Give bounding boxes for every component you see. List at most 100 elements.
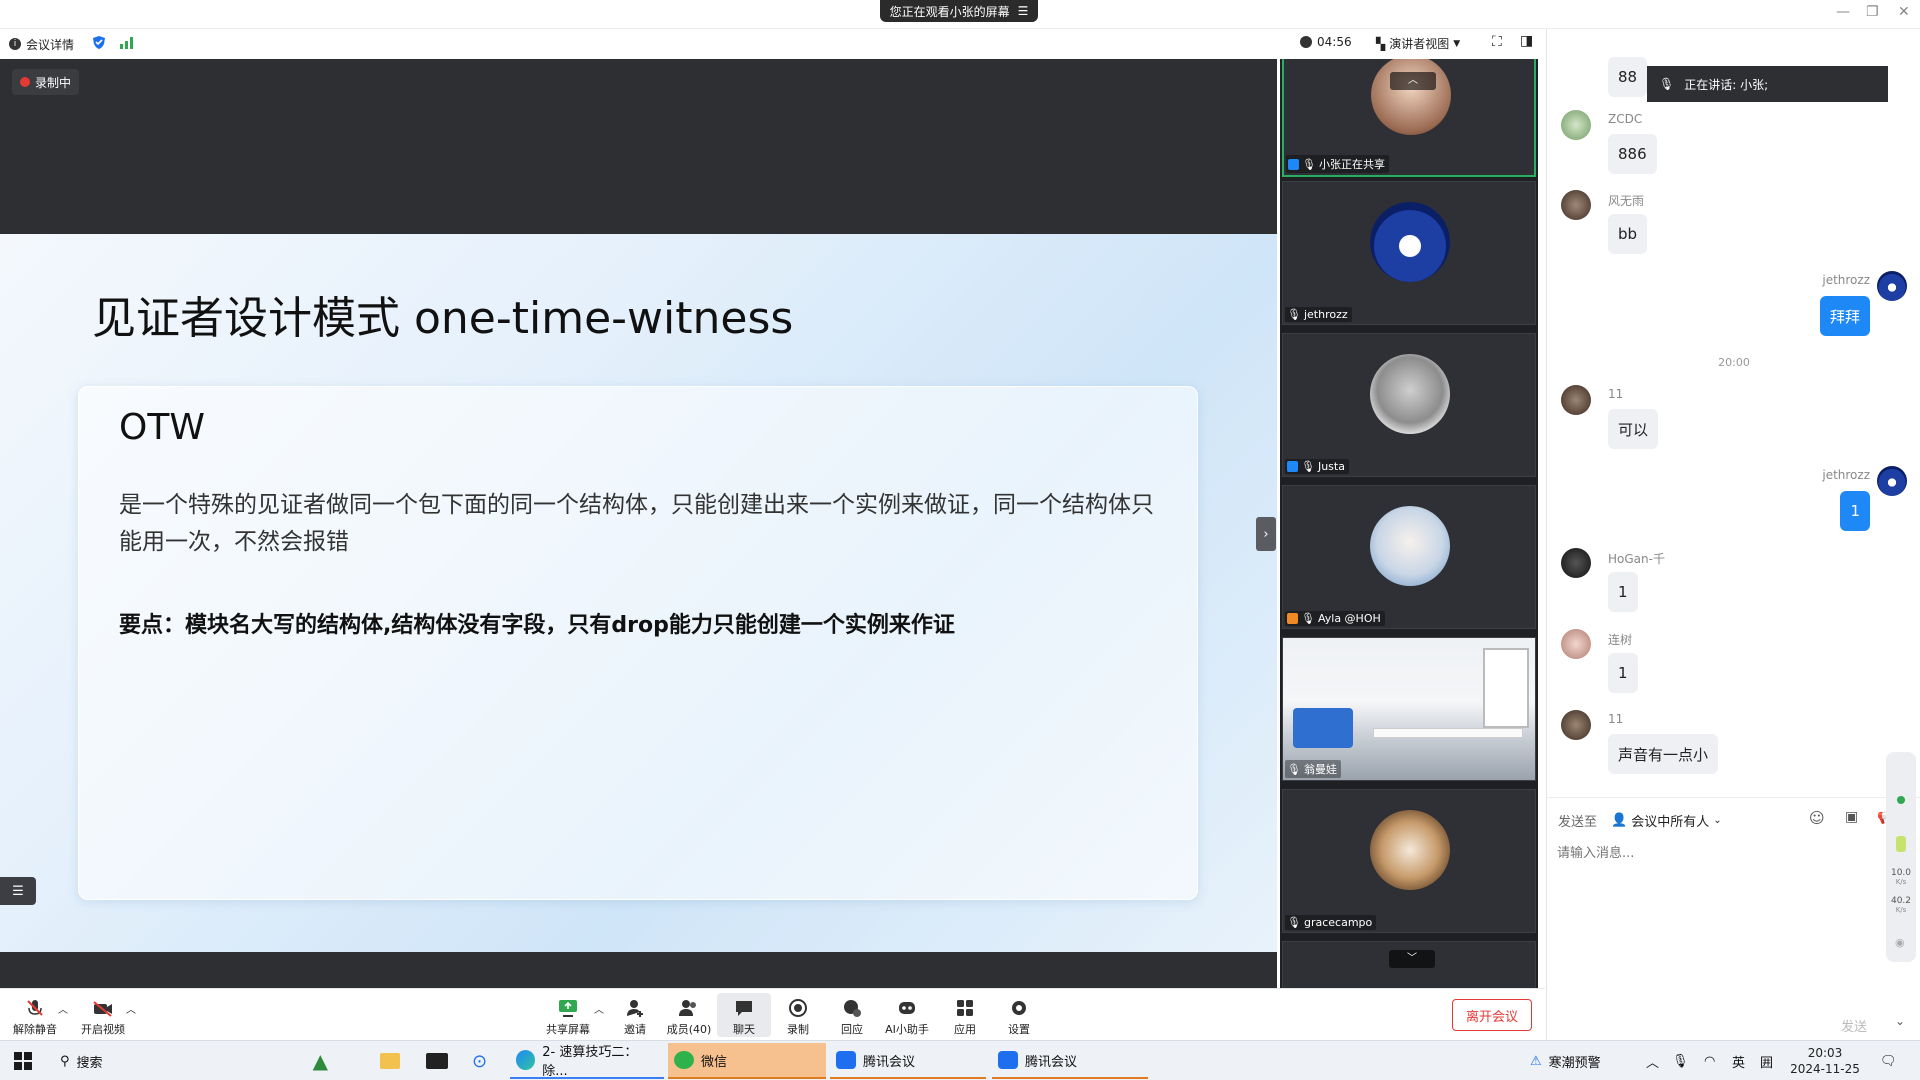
windows-icon xyxy=(14,1052,32,1070)
content-card: OTW 是一个特殊的见证者做同一个包下面的同一个结构体，只能创建出来一个实例来做… xyxy=(78,386,1198,900)
wifi-icon[interactable]: ◠ xyxy=(1698,1043,1721,1079)
share-screen-button[interactable]: 共享屏幕 xyxy=(541,993,595,1037)
chevron-up-icon[interactable]: ︿ xyxy=(126,1001,136,1016)
ime-indicator[interactable]: 英 xyxy=(1726,1043,1751,1079)
mic-muted-icon: 🎙 xyxy=(1287,916,1301,929)
screen-share-banner[interactable]: 您正在观看小张的屏幕 ☰ xyxy=(880,0,1038,22)
folder-icon[interactable]: ▣ xyxy=(1845,809,1858,825)
mic-muted-icon: 🎙 xyxy=(1301,460,1315,473)
chevron-down-icon[interactable]: ⌄ xyxy=(1895,1014,1905,1028)
meeting-info-button[interactable]: i 会议详情 xyxy=(9,36,74,53)
taskbar-edge[interactable]: 2- 速算技巧二：除... xyxy=(510,1043,664,1079)
avatar xyxy=(1371,59,1451,135)
taskbar-meeting-2[interactable]: 腾讯会议 xyxy=(992,1043,1148,1079)
participant-name: 翁曼娃 xyxy=(1303,763,1337,776)
shield-icon[interactable] xyxy=(92,35,106,53)
chevron-up-icon[interactable]: ︿ xyxy=(1640,1043,1665,1079)
view-mode-dropdown[interactable]: ▚ 演讲者视图 ▼ xyxy=(1376,35,1460,52)
warning-icon: ⚠ xyxy=(1530,1053,1542,1069)
key-point-text: 要点：模块名大写的结构体,结构体没有字段，只有drop能力只能创建一个实例来作证 xyxy=(119,613,955,638)
mic-icon: 🎙 xyxy=(1659,77,1675,91)
participant-tile[interactable]: 🎙 Ayla @HOH xyxy=(1282,485,1536,629)
participant-tile[interactable]: ﹀ xyxy=(1282,941,1536,988)
wechat-label: 微信 xyxy=(701,1054,728,1070)
members-button[interactable]: 成员(40) xyxy=(662,993,716,1037)
invite-button[interactable]: 邀请 xyxy=(608,993,662,1037)
close-window-icon[interactable]: ✕ xyxy=(1898,4,1910,20)
participant-tile[interactable]: ︿ 🎙 小张正在共享 xyxy=(1282,59,1536,177)
unmute-button[interactable]: 解除静音 xyxy=(8,993,62,1037)
ai-label: AI小助手 xyxy=(885,1023,929,1036)
speaking-label: 正在讲话: 小张; xyxy=(1684,77,1769,92)
taskbar-meeting-1[interactable]: 腾讯会议 xyxy=(830,1043,986,1079)
reply-button[interactable]: 回应 xyxy=(825,993,879,1037)
fullscreen-icon[interactable]: ⛶ xyxy=(1492,34,1502,50)
apps-icon xyxy=(957,1000,973,1016)
terminal-icon[interactable] xyxy=(420,1043,454,1079)
status-dot xyxy=(1897,796,1905,804)
participant-tile[interactable]: 🎙 gracecampo xyxy=(1282,789,1536,933)
search-label: 搜索 xyxy=(76,1055,103,1071)
taskbar-search[interactable]: ⚲ 搜索 ▲ xyxy=(54,1043,334,1079)
robot-icon xyxy=(899,1002,915,1014)
expand-panel-button[interactable]: › xyxy=(1256,517,1276,551)
leave-meeting-button[interactable]: 离开会议 xyxy=(1452,999,1532,1031)
chat-button[interactable]: 聊天 xyxy=(717,993,771,1037)
user-icon: 👤 xyxy=(1611,813,1628,828)
weather-widget[interactable]: ⚠ 寒潮预警 xyxy=(1524,1043,1607,1079)
camera-icon[interactable]: ◉ xyxy=(1895,936,1905,949)
layout-icon[interactable]: ◨ xyxy=(1520,33,1533,49)
chevron-up-icon[interactable]: ︿ xyxy=(58,1001,68,1016)
avatar xyxy=(1370,354,1450,434)
participant-name-tag: 🎙 jethrozz xyxy=(1285,307,1352,322)
recording-indicator[interactable]: 录制中 xyxy=(12,69,80,95)
screen-share-text: 您正在观看小张的屏幕 xyxy=(889,4,1010,19)
video-button[interactable]: 开启视频 xyxy=(76,993,130,1037)
sender-name: 连树 xyxy=(1608,633,1633,647)
sender-name: jethrozz xyxy=(1822,468,1870,482)
chat-input[interactable] xyxy=(1557,841,1877,865)
magnifier-icon[interactable]: ⊙ xyxy=(466,1043,493,1079)
video-feed xyxy=(1483,648,1529,728)
chevron-down-icon[interactable]: ﹀ xyxy=(1389,950,1435,968)
sender-name: 风无雨 xyxy=(1608,194,1645,208)
chevron-down-icon: ⌄ xyxy=(1713,815,1722,826)
emoji-icon[interactable]: ☺ xyxy=(1809,809,1825,827)
invite-label: 邀请 xyxy=(624,1023,646,1036)
chevron-up-icon[interactable]: ︿ xyxy=(1390,72,1436,90)
mic-icon[interactable]: 🎙 xyxy=(1666,1043,1695,1079)
chevron-up-icon[interactable]: ︿ xyxy=(594,1001,604,1016)
signal-icon[interactable] xyxy=(120,36,134,52)
meeting2-label: 腾讯会议 xyxy=(1025,1054,1078,1070)
windows-taskbar: ⚲ 搜索 ▲ ⊙ 2- 速算技巧二：除... 微信 腾讯会议 腾讯会议 ⚠ 寒潮… xyxy=(0,1040,1920,1080)
shared-screen-area: 见证者设计模式 one-time-witness OTW 是一个特殊的见证者做同… xyxy=(0,59,1277,988)
send-to-dropdown[interactable]: 👤 会议中所有人 ⌄ xyxy=(1611,811,1722,830)
participant-name-tag: 🎙 Ayla @HOH xyxy=(1285,611,1385,626)
restore-icon[interactable]: ❐ xyxy=(1866,4,1879,20)
participant-tile[interactable]: 🎙 翁曼娃 xyxy=(1282,637,1536,781)
network-meter: 10.0 K/s 40.2 K/s ◉ xyxy=(1886,752,1916,962)
minimize-icon[interactable]: — xyxy=(1836,4,1850,20)
apps-button[interactable]: 应用 xyxy=(938,993,992,1037)
record-button[interactable]: 录制 xyxy=(771,993,825,1037)
sender-name: 11 xyxy=(1608,712,1624,726)
start-button[interactable] xyxy=(8,1043,38,1079)
ai-assistant-button[interactable]: AI小助手 xyxy=(880,993,934,1037)
mic-muted-icon xyxy=(27,1000,43,1016)
avatar xyxy=(1561,548,1591,578)
time-divider: 20:00 xyxy=(1718,356,1750,369)
notification-icon[interactable]: 🗨 xyxy=(1874,1043,1903,1079)
taskbar-wechat[interactable]: 微信 xyxy=(668,1043,826,1079)
taskbar-clock[interactable]: 20:03 2024-11-25 xyxy=(1790,1045,1860,1077)
avatar xyxy=(1561,629,1591,659)
participant-tile[interactable]: 🎙 jethrozz xyxy=(1282,181,1536,325)
file-explorer-icon[interactable] xyxy=(374,1043,406,1079)
search-icon: ⚲ xyxy=(60,1053,70,1069)
participant-tile[interactable]: 🎙 Justa xyxy=(1282,333,1536,477)
send-button[interactable]: 发送 xyxy=(1841,1016,1867,1035)
mic-muted-icon: 🎙 xyxy=(1287,308,1301,321)
list-toggle-button[interactable]: ☰ xyxy=(0,877,36,905)
ime-mode[interactable]: 囲 xyxy=(1754,1043,1779,1079)
mic-muted-icon: 🎙 xyxy=(1287,762,1301,776)
settings-button[interactable]: 设置 xyxy=(992,993,1046,1037)
